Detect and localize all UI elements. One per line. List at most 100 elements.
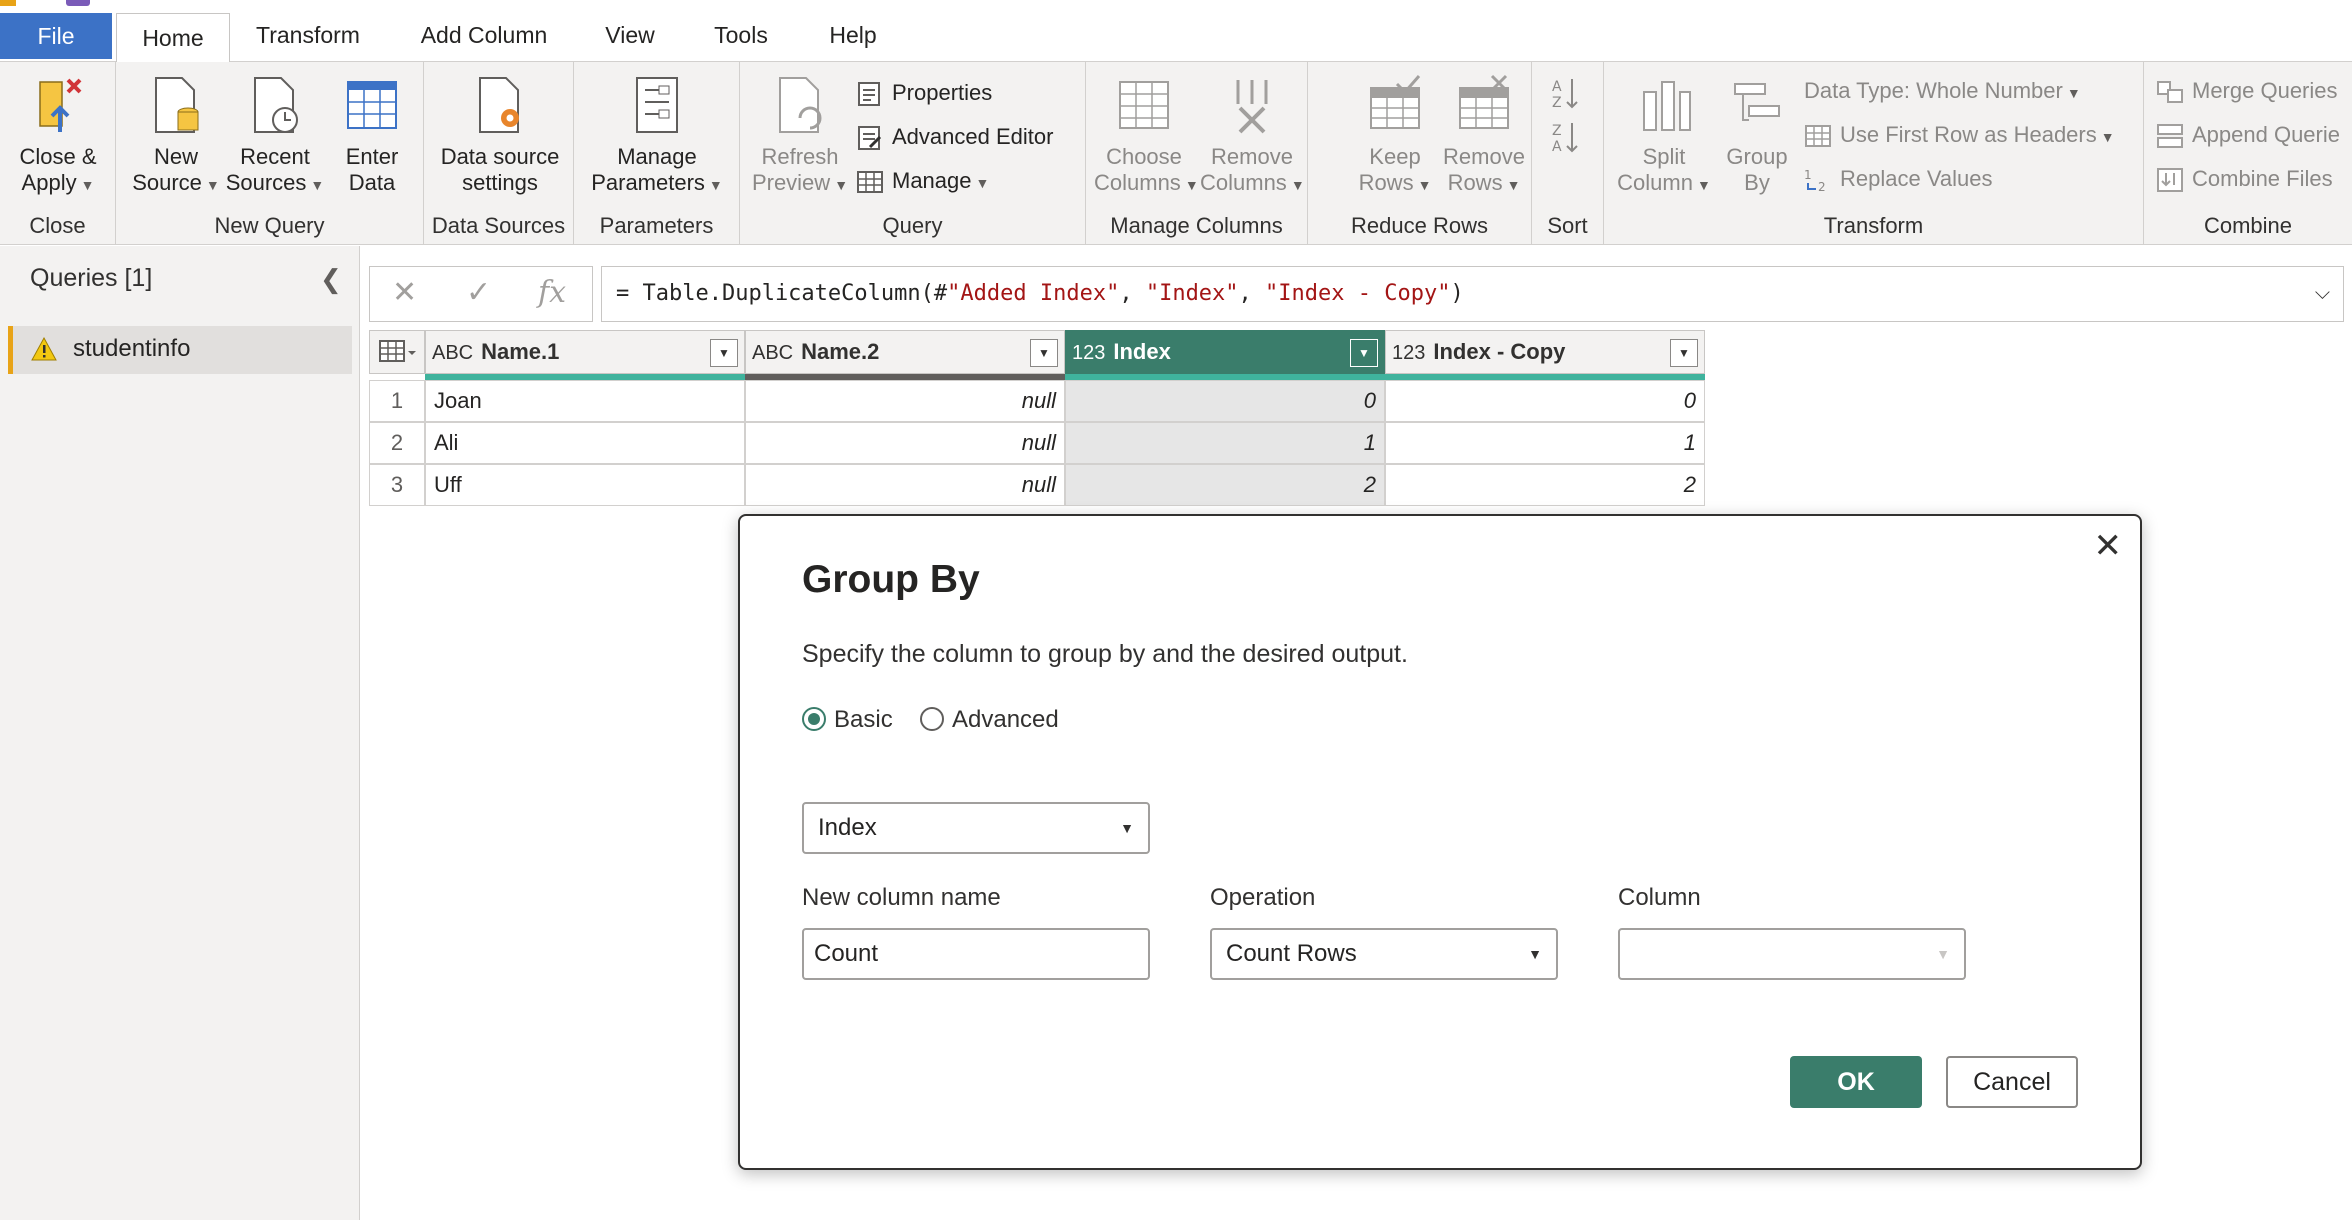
advanced-editor-button[interactable]: Advanced Editor — [856, 120, 1053, 154]
table-cell[interactable]: 2 — [1385, 464, 1705, 506]
table-cell[interactable]: 1 — [1065, 422, 1385, 464]
remove-columns-label-1: Remove — [1211, 144, 1293, 169]
new-column-name-input[interactable]: Count — [802, 928, 1150, 980]
merge-queries-button[interactable]: Merge Queries — [2156, 74, 2338, 108]
table-cell[interactable]: null — [745, 422, 1065, 464]
cancel-button[interactable]: Cancel — [1946, 1056, 2078, 1108]
manage-parameters-button[interactable]: Manage Parameters ▼ — [582, 74, 732, 198]
close-icon[interactable]: ✕ — [2094, 526, 2123, 566]
svg-text:A: A — [1552, 139, 1562, 155]
tab-view[interactable]: View — [592, 8, 668, 62]
filter-dropdown-icon[interactable]: ▼ — [1670, 339, 1698, 367]
column-select[interactable]: ▼ — [1618, 928, 1966, 980]
table-cell[interactable]: 2 — [1065, 464, 1385, 506]
column-header-index[interactable]: 123 Index ▼ — [1065, 330, 1385, 374]
queries-header: Queries [1] — [30, 264, 153, 292]
refresh-icon — [772, 74, 828, 138]
ok-button[interactable]: OK — [1790, 1056, 1922, 1108]
radio-basic[interactable]: Basic — [802, 706, 893, 734]
table-cell[interactable]: null — [745, 464, 1065, 506]
collapse-icon[interactable]: ❮ — [320, 264, 342, 295]
advanced-editor-icon — [856, 125, 884, 151]
sort-ascending-button[interactable]: AZ — [1552, 72, 1588, 111]
table-cell[interactable]: 0 — [1385, 380, 1705, 422]
row-number[interactable]: 3 — [369, 464, 425, 506]
recent-sources-button[interactable]: Recent Sources ▼ — [220, 74, 330, 198]
close-apply-button[interactable]: Close & Apply ▼ — [8, 74, 108, 198]
headers-icon — [1804, 123, 1832, 149]
column-header-name-2[interactable]: ABC Name.2 ▼ — [745, 330, 1065, 374]
table-cell[interactable]: Uff — [425, 464, 745, 506]
tab-file[interactable]: File — [0, 13, 112, 59]
remove-rows-button[interactable]: Remove Rows ▼ — [1436, 74, 1532, 198]
data-type-dropdown[interactable]: Data Type: Whole Number ▼ — [1804, 74, 2081, 108]
warning-icon — [31, 336, 57, 362]
group-close: Close & Apply ▼ Close — [0, 62, 116, 245]
fx-icon[interactable]: fx — [538, 275, 566, 310]
filter-dropdown-icon[interactable]: ▼ — [1350, 339, 1378, 367]
new-column-label: New column name — [802, 884, 1001, 911]
keep-rows-icon — [1367, 74, 1423, 138]
table-cell[interactable]: 0 — [1065, 380, 1385, 422]
tab-transform[interactable]: Transform — [240, 8, 376, 62]
filter-dropdown-icon[interactable]: ▼ — [710, 339, 738, 367]
operation-select[interactable]: Count Rows ▼ — [1210, 928, 1558, 980]
replace-values-icon: 12 — [1804, 167, 1832, 194]
first-row-headers-button[interactable]: Use First Row as Headers ▼ — [1804, 118, 2115, 152]
cancel-formula-icon[interactable]: ✕ — [392, 275, 417, 310]
first-row-label: Use First Row as Headers — [1840, 122, 2097, 147]
manage-button[interactable]: Manage ▼ — [856, 164, 989, 198]
confirm-formula-icon[interactable]: ✓ — [466, 275, 491, 310]
refresh-preview-button[interactable]: Refresh Preview ▼ — [750, 74, 850, 198]
queries-pane: Queries [1] ❮ studentinfo — [0, 246, 360, 1220]
chevron-down-icon: ▼ — [1290, 177, 1305, 193]
new-source-button[interactable]: New Source ▼ — [130, 74, 222, 198]
row-number[interactable]: 2 — [369, 422, 425, 464]
formula-input[interactable]: = Table.DuplicateColumn(#"Added Index", … — [601, 266, 2344, 322]
group-column-select[interactable]: Index ▼ — [802, 802, 1150, 854]
chevron-down-icon: ▼ — [1120, 820, 1134, 836]
chevron-down-icon: ▼ — [975, 175, 990, 191]
keep-rows-label-2: Rows — [1358, 170, 1414, 195]
table-cell[interactable]: null — [745, 380, 1065, 422]
tab-help[interactable]: Help — [816, 8, 890, 62]
svg-text:2: 2 — [1818, 180, 1826, 193]
column-header-name-1[interactable]: ABC Name.1 ▼ — [425, 330, 745, 374]
radio-basic-label: Basic — [834, 706, 893, 733]
sort-descending-button[interactable]: ZA — [1552, 116, 1588, 155]
replace-values-button[interactable]: 1 2 Replace Values — [1804, 162, 1992, 196]
sort-ascending-icon: AZ — [1552, 77, 1580, 111]
expand-formula-icon[interactable]: ⌵ — [2315, 282, 2330, 305]
data-type-label: Data Type: Whole Number — [1804, 78, 2063, 103]
table-cell[interactable]: 1 — [1385, 422, 1705, 464]
properties-button[interactable]: Properties — [856, 76, 992, 110]
combine-files-button[interactable]: Combine Files — [2156, 162, 2333, 196]
table-cell[interactable]: Ali — [425, 422, 745, 464]
formula-arg-2: "Index" — [1145, 281, 1239, 306]
append-queries-button[interactable]: Append Querie — [2156, 118, 2340, 152]
row-number[interactable]: 1 — [369, 380, 425, 422]
formula-sep-2: , — [1238, 281, 1266, 306]
chevron-down-icon: ▼ — [80, 177, 95, 193]
group-transform: Split Column ▼ Group By Data Type: Whole … — [1604, 62, 2144, 245]
remove-columns-button[interactable]: Remove Columns ▼ — [1200, 74, 1305, 198]
group-reduce-rows: Keep Rows ▼ Remove Rows ▼ Reduce Rows — [1308, 62, 1532, 245]
data-source-settings-button[interactable]: Data source settings — [430, 74, 570, 196]
choose-columns-button[interactable]: Choose Columns ▼ — [1094, 74, 1199, 198]
recent-sources-label-2: Sources — [225, 170, 307, 195]
table-menu-button[interactable] — [369, 330, 425, 374]
group-by-button[interactable]: Group By — [1716, 74, 1798, 196]
recent-sources-icon — [247, 74, 303, 138]
tab-home[interactable]: Home — [116, 13, 230, 69]
radio-advanced[interactable]: Advanced — [920, 706, 1059, 734]
split-column-button[interactable]: Split Column ▼ — [1612, 74, 1716, 198]
group-label-sort: Sort — [1547, 213, 1588, 238]
enter-data-button[interactable]: Enter Data — [330, 74, 414, 196]
filter-dropdown-icon[interactable]: ▼ — [1030, 339, 1058, 367]
keep-rows-button[interactable]: Keep Rows ▼ — [1350, 74, 1440, 198]
tab-add-column[interactable]: Add Column — [408, 8, 560, 62]
query-item-studentinfo[interactable]: studentinfo — [8, 326, 352, 374]
column-header-index-copy[interactable]: 123 Index - Copy ▼ — [1385, 330, 1705, 374]
tab-tools[interactable]: Tools — [700, 8, 782, 62]
table-cell[interactable]: Joan — [425, 380, 745, 422]
